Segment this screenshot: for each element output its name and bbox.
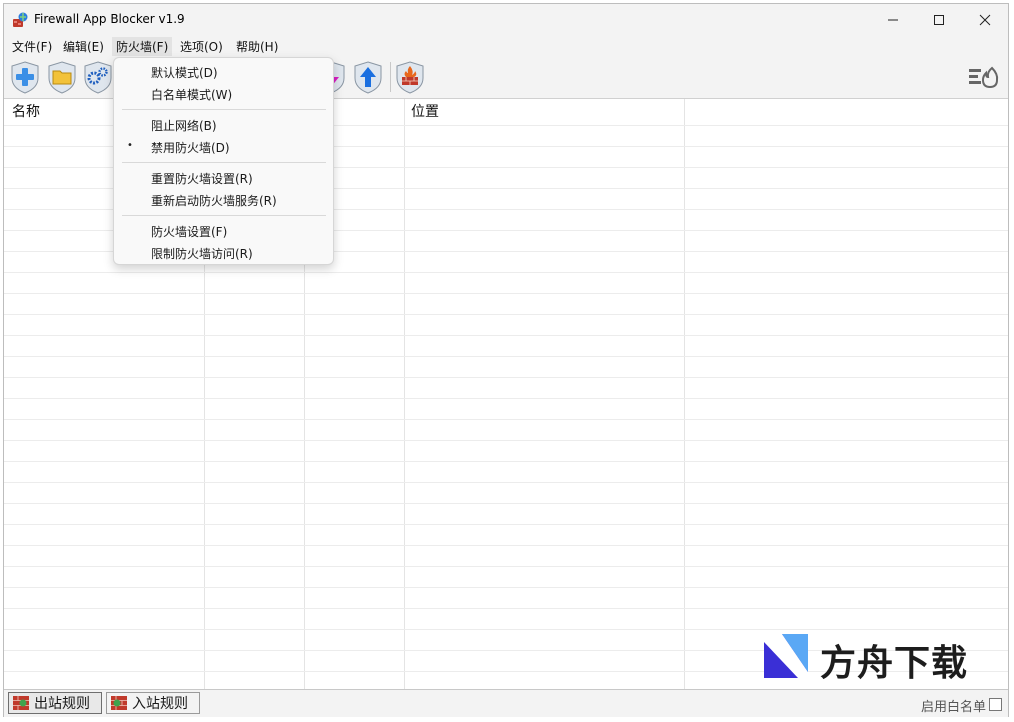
row-divider xyxy=(4,440,1008,441)
watermark-logo: 方舟下载 xyxy=(762,632,982,684)
menu-item-reset-firewall[interactable]: 重置防火墙设置(R) xyxy=(151,170,253,187)
menu-item-restrict-firewall-access[interactable]: 限制防火墙访问(R) xyxy=(151,245,253,262)
row-divider xyxy=(4,503,1008,504)
row-divider xyxy=(4,314,1008,315)
menu-item-restart-firewall-service[interactable]: 重新启动防火墙服务(R) xyxy=(151,192,277,209)
menu-item-default-mode[interactable]: 默认模式(D) xyxy=(151,64,218,81)
app-logo-icon xyxy=(13,12,28,27)
row-divider xyxy=(4,293,1008,294)
row-divider xyxy=(4,587,1008,588)
row-divider xyxy=(4,335,1008,336)
firewall-wall-icon xyxy=(13,696,29,710)
window-title: Firewall App Blocker v1.9 xyxy=(34,12,185,26)
app-window: Firewall App Blocker v1.9 文件(F) 编辑(E) 防火… xyxy=(3,3,1009,717)
firewall-wall-icon xyxy=(111,696,127,710)
menu-edit[interactable]: 编辑(E) xyxy=(59,37,108,56)
row-divider xyxy=(4,377,1008,378)
row-divider xyxy=(4,272,1008,273)
folder-icon[interactable] xyxy=(46,60,78,94)
row-divider xyxy=(4,398,1008,399)
row-divider xyxy=(4,545,1008,546)
tab-outbound-label: 出站规则 xyxy=(34,696,90,712)
tab-inbound-label: 入站规则 xyxy=(132,696,188,712)
whitelist-label: 启用白名单 xyxy=(920,700,986,715)
menu-firewall[interactable]: 防火墙(F) xyxy=(112,37,173,56)
status-bar: 出站规则 入站规则 启用白名单 xyxy=(4,689,1008,717)
watermark-text: 方舟下载 xyxy=(820,643,969,684)
menu-options[interactable]: 选项(O) xyxy=(176,37,227,56)
minimize-icon xyxy=(888,19,898,21)
whitelist-checkbox[interactable] xyxy=(989,698,1002,711)
row-divider xyxy=(4,461,1008,462)
watermark-icon xyxy=(764,634,808,678)
firewall-menu-dropdown: 默认模式(D) 白名单模式(W) 阻止网络(B) • 禁用防火墙(D) 重置防火… xyxy=(113,57,334,265)
row-divider xyxy=(4,524,1008,525)
menu-item-disable-firewall[interactable]: 禁用防火墙(D) xyxy=(151,139,230,156)
menu-item-firewall-settings[interactable]: 防火墙设置(F) xyxy=(151,223,227,240)
menu-bar: 文件(F) 编辑(E) 防火墙(F) 选项(O) 帮助(H) xyxy=(4,36,1008,56)
row-divider xyxy=(4,419,1008,420)
menu-file[interactable]: 文件(F) xyxy=(8,37,56,56)
menu-separator xyxy=(122,162,326,163)
title-bar: Firewall App Blocker v1.9 xyxy=(4,4,1008,36)
tab-outbound-rules[interactable]: 出站规则 xyxy=(8,692,102,714)
close-button[interactable] xyxy=(962,4,1008,36)
menu-separator xyxy=(122,109,326,110)
menu-item-whitelist-mode[interactable]: 白名单模式(W) xyxy=(151,86,232,103)
up-arrow-icon[interactable] xyxy=(352,60,384,94)
menu-help[interactable]: 帮助(H) xyxy=(232,37,282,56)
row-divider xyxy=(4,608,1008,609)
row-divider xyxy=(4,482,1008,483)
add-icon[interactable] xyxy=(9,60,41,94)
firewall-shield-icon[interactable] xyxy=(394,60,426,94)
row-divider xyxy=(4,629,1008,630)
row-divider xyxy=(4,356,1008,357)
settings-gear-icon[interactable] xyxy=(82,60,114,94)
row-divider xyxy=(4,566,1008,567)
tab-inbound-rules[interactable]: 入站规则 xyxy=(106,692,200,714)
maximize-icon xyxy=(934,15,944,25)
menu-item-block-network[interactable]: 阻止网络(B) xyxy=(151,117,217,134)
firewall-list-icon[interactable] xyxy=(967,60,1003,94)
close-icon xyxy=(979,14,991,26)
column-header-location[interactable]: 位置 xyxy=(405,99,685,125)
checked-bullet-icon: • xyxy=(127,140,133,151)
toolbar-separator xyxy=(390,62,391,92)
minimize-button[interactable] xyxy=(870,4,916,36)
menu-separator xyxy=(122,215,326,216)
maximize-button[interactable] xyxy=(916,4,962,36)
